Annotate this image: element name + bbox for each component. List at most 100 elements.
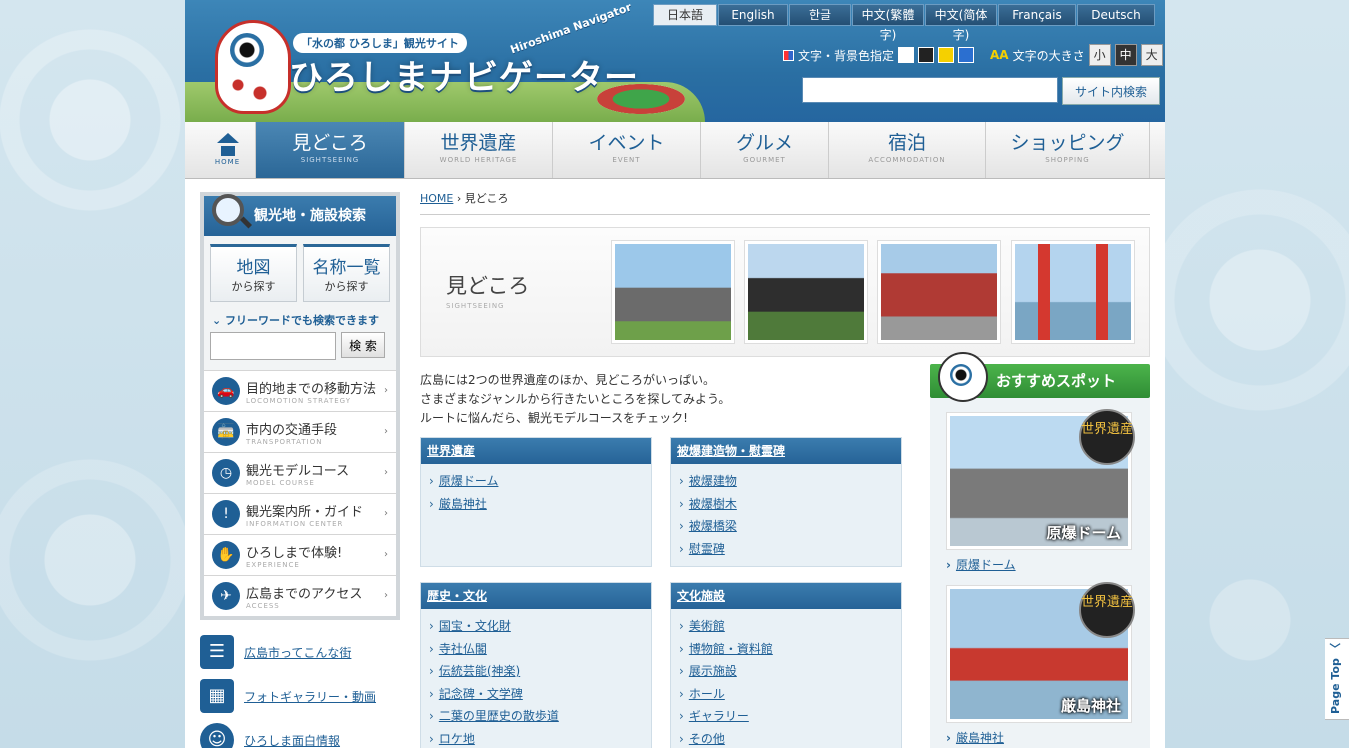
nav-accommodation[interactable]: 宿泊 ACCOMMODATION bbox=[829, 122, 986, 178]
name-button-label: 名称一覧 bbox=[312, 258, 381, 278]
extra-link-label: ひろしま面白情報 bbox=[244, 733, 341, 748]
extra-link-city[interactable]: ☰ 広島市ってこんな街 bbox=[200, 630, 400, 674]
menu-label: 広島までのアクセス bbox=[246, 586, 363, 602]
film-icon: ▦ bbox=[200, 679, 234, 713]
free-word-input[interactable] bbox=[210, 332, 336, 360]
chevron-right-icon: › bbox=[384, 426, 388, 437]
facility-search-title: 観光地・施設検索 bbox=[254, 208, 366, 224]
menu-information-center[interactable]: ! 観光案内所・ガイド INFORMATION CENTER › bbox=[204, 493, 396, 534]
list-item[interactable]: 原爆ドーム bbox=[429, 470, 651, 493]
menu-sublabel: INFORMATION CENTER bbox=[246, 519, 344, 528]
color-blue-button[interactable] bbox=[958, 47, 975, 63]
color-yellow-button[interactable] bbox=[938, 47, 955, 63]
search-by-name-button[interactable]: 名称一覧 から探す bbox=[303, 244, 390, 302]
category-title[interactable]: 文化施設 bbox=[671, 583, 901, 609]
nav-world-heritage[interactable]: 世界遺産 WORLD HERITAGE bbox=[405, 122, 553, 178]
list-item[interactable]: 展示施設 bbox=[679, 660, 901, 683]
nav-gourmet[interactable]: グルメ GOURMET bbox=[701, 122, 829, 178]
language-bar: 日本語 English 한글 中文(繁體字) 中文(简体字) Français … bbox=[653, 4, 1155, 42]
category-title[interactable]: 世界遺産 bbox=[421, 438, 651, 464]
menu-label: 観光案内所・ガイド bbox=[246, 504, 364, 520]
display-settings: 文字・背景色指定 AA 文字の大きさ 小 中 大 bbox=[783, 44, 1163, 66]
page-top-button[interactable]: Page Top ︿ bbox=[1325, 638, 1349, 720]
nav-shopping[interactable]: ショッピング SHOPPING bbox=[986, 122, 1150, 178]
menu-sublabel: ACCESS bbox=[246, 601, 280, 610]
world-heritage-badge: 世界遺産 bbox=[1079, 409, 1135, 465]
menu-access[interactable]: ✈ 広島までのアクセス ACCESS › bbox=[204, 575, 396, 616]
menu-sublabel: LOCOMOTION STRATEGY bbox=[246, 396, 352, 405]
lang-japanese[interactable]: 日本語 bbox=[653, 4, 717, 26]
page-top-label: Page Top bbox=[1329, 658, 1342, 715]
extra-link-label: フォトギャラリー・動画 bbox=[244, 689, 377, 704]
lang-chinese-traditional[interactable]: 中文(繁體字) bbox=[852, 4, 924, 42]
map-button-label: 地図 bbox=[236, 258, 271, 278]
category-title[interactable]: 歴史・文化 bbox=[421, 583, 651, 609]
font-medium-button[interactable]: 中 bbox=[1114, 44, 1137, 66]
mascot-logo[interactable] bbox=[215, 20, 291, 114]
list-item[interactable]: 被爆建物 bbox=[679, 470, 901, 493]
nav-home[interactable]: HOME bbox=[200, 122, 256, 178]
font-large-button[interactable]: 大 bbox=[1140, 44, 1163, 66]
nav-sightseeing[interactable]: 見どころ SIGHTSEEING bbox=[256, 122, 405, 178]
menu-label: 市内の交通手段 bbox=[246, 422, 338, 438]
spot-link[interactable]: 厳島神社 bbox=[946, 723, 1134, 748]
menu-experience[interactable]: ✋ ひろしまで体験! EXPERIENCE › bbox=[204, 534, 396, 575]
site-title[interactable]: ひろしまナビゲーター bbox=[289, 50, 639, 99]
list-item[interactable]: 記念碑・文学碑 bbox=[429, 683, 651, 706]
free-word-label: ⌄ フリーワードでも検索できます bbox=[204, 308, 396, 332]
menu-model-course[interactable]: ◷ 観光モデルコース MODEL COURSE › bbox=[204, 452, 396, 493]
extra-link-gallery[interactable]: ▦ フォトギャラリー・動画 bbox=[200, 674, 400, 718]
lang-chinese-simplified[interactable]: 中文(简体字) bbox=[925, 4, 997, 42]
spot-card-itsukushima[interactable]: 世界遺産 厳島神社 bbox=[946, 582, 1135, 723]
spot-link[interactable]: 原爆ドーム bbox=[946, 550, 1134, 585]
list-item[interactable]: ロケ地 bbox=[429, 728, 651, 748]
list-item[interactable]: 博物館・資料館 bbox=[679, 638, 901, 661]
list-item[interactable]: 伝統芸能(神楽) bbox=[429, 660, 651, 683]
spot-card-atomic-dome[interactable]: 世界遺産 原爆ドーム bbox=[946, 409, 1135, 550]
search-by-map-button[interactable]: 地図 から探す bbox=[210, 244, 297, 302]
color-black-button[interactable] bbox=[918, 47, 935, 63]
list-item[interactable]: 国宝・文化財 bbox=[429, 615, 651, 638]
recommended-title: おすすめスポット bbox=[996, 372, 1117, 390]
search-button[interactable]: サイト内検索 bbox=[1062, 77, 1160, 105]
site-subtitle: Hiroshima Navigator bbox=[508, 0, 634, 57]
nav-sublabel: GOURMET bbox=[743, 156, 786, 164]
nav-label: イベント bbox=[588, 132, 665, 154]
breadcrumb-home[interactable]: HOME bbox=[420, 192, 453, 205]
list-item[interactable]: 寺社仏閣 bbox=[429, 638, 651, 661]
menu-locomotion[interactable]: 🚗 目的地までの移動方法 LOCOMOTION STRATEGY › bbox=[204, 370, 396, 411]
font-size-icon: AA bbox=[990, 48, 1009, 62]
list-item[interactable]: 被爆樹木 bbox=[679, 493, 901, 516]
list-item[interactable]: 厳島神社 bbox=[429, 493, 651, 516]
clock-icon: ◷ bbox=[212, 459, 240, 487]
search-input[interactable] bbox=[802, 77, 1058, 103]
stadium-image bbox=[881, 244, 997, 340]
list-item[interactable]: 美術館 bbox=[679, 615, 901, 638]
list-item[interactable]: ホール bbox=[679, 683, 901, 706]
extra-link-fun-info[interactable]: ☺ ひろしま面白情報 bbox=[200, 718, 400, 748]
breadcrumb: HOME › 見どころ bbox=[420, 182, 1150, 215]
spot-caption: 原爆ドーム bbox=[1046, 524, 1121, 542]
lang-english[interactable]: English bbox=[718, 4, 788, 26]
list-item[interactable]: その他 bbox=[679, 728, 901, 748]
free-word-search-button[interactable]: 検 索 bbox=[341, 332, 385, 358]
lang-korean[interactable]: 한글 bbox=[789, 4, 851, 26]
map-button-sub: から探す bbox=[231, 280, 276, 293]
list-item[interactable]: 慰霊碑 bbox=[679, 538, 901, 561]
torii-image bbox=[1015, 244, 1131, 340]
category-title[interactable]: 被爆建造物・慰霊碑 bbox=[671, 438, 901, 464]
home-icon bbox=[216, 133, 239, 143]
lang-french[interactable]: Français bbox=[998, 4, 1076, 26]
nav-event[interactable]: イベント EVENT bbox=[553, 122, 701, 178]
list-item[interactable]: 二葉の里歴史の散歩道 bbox=[429, 705, 651, 728]
facility-search-box: 観光地・施設検索 地図 から探す 名称一覧 から探す ⌄ フリーワードでも検索で… bbox=[200, 192, 400, 620]
extra-link-label: 広島市ってこんな街 bbox=[244, 645, 352, 660]
menu-transportation[interactable]: 🚋 市内の交通手段 TRANSPORTATION › bbox=[204, 411, 396, 452]
list-item[interactable]: 被爆橋梁 bbox=[679, 515, 901, 538]
color-white-button[interactable] bbox=[898, 47, 915, 63]
tram-icon: 🚋 bbox=[212, 418, 240, 446]
lang-german[interactable]: Deutsch bbox=[1077, 4, 1155, 26]
font-small-button[interactable]: 小 bbox=[1088, 44, 1111, 66]
list-item[interactable]: ギャラリー bbox=[679, 705, 901, 728]
free-word-text: フリーワードでも検索できます bbox=[225, 314, 380, 327]
